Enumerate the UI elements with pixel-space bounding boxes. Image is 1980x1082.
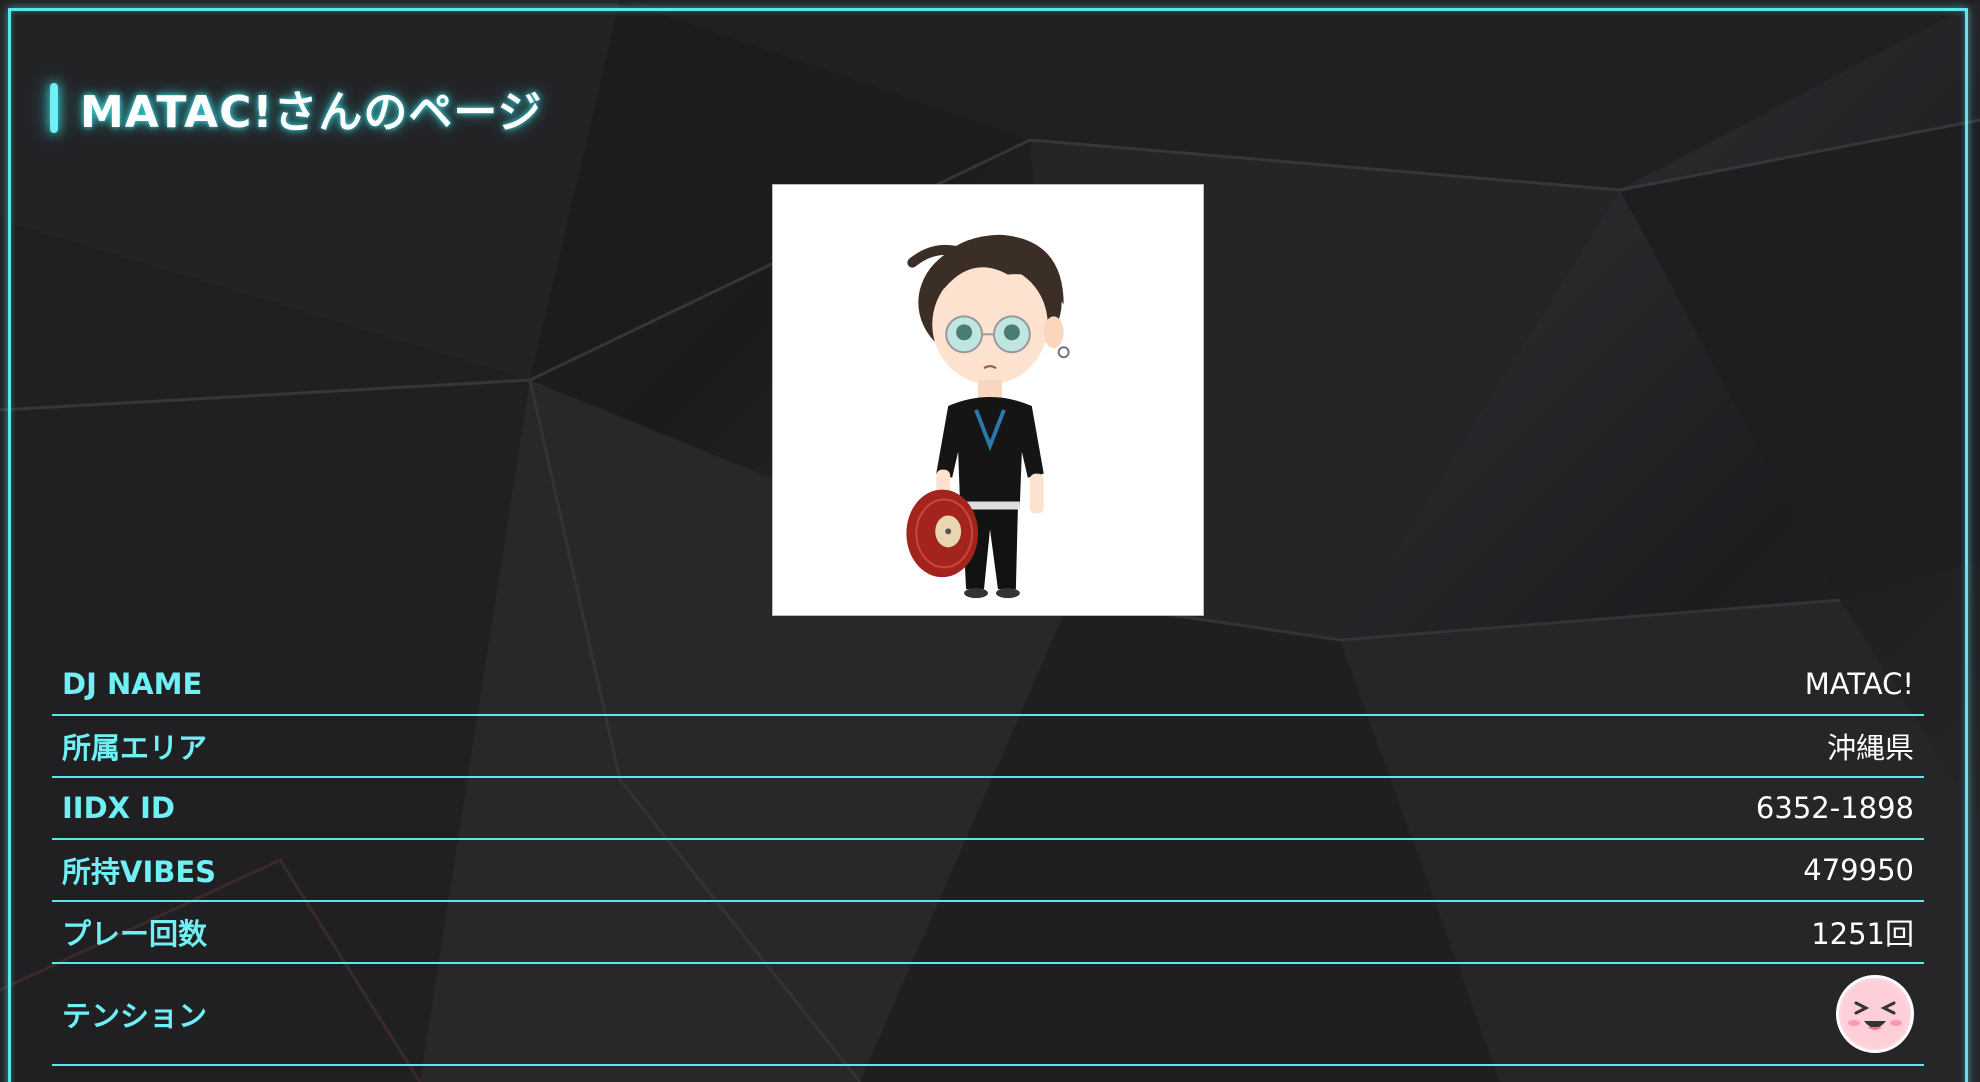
area-value: 沖縄県 — [1826, 731, 1914, 765]
profile-page: MATAC!さんのページ DJ NAME MATAC! 所属エリア 沖縄県 II… — [0, 0, 1980, 1082]
tension-face-icon — [1836, 975, 1914, 1053]
info-row-vibes: 所持VIBES 479950 — [52, 840, 1924, 902]
play-count-label: プレー回数 — [62, 917, 208, 951]
profile-info-table: DJ NAME MATAC! 所属エリア 沖縄県 IIDX ID 6352-18… — [52, 654, 1924, 1066]
play-count-value: 1251回 — [1811, 917, 1914, 951]
dj-name-label: DJ NAME — [62, 667, 203, 701]
dj-name-value: MATAC! — [1804, 667, 1914, 701]
area-label: 所属エリア — [62, 731, 208, 765]
info-row-tension: テンション — [52, 964, 1924, 1066]
vibes-label: 所持VIBES — [62, 855, 217, 889]
tension-label: テンション — [62, 999, 208, 1033]
info-row-iidx-id: IIDX ID 6352-1898 — [52, 778, 1924, 840]
page-header: MATAC!さんのページ — [50, 80, 543, 138]
info-row-play-count: プレー回数 1251回 — [52, 902, 1924, 964]
page-title: MATAC!さんのページ — [80, 87, 543, 138]
vibes-value: 479950 — [1803, 853, 1914, 887]
avatar — [772, 184, 1204, 616]
iidx-id-value: 6352-1898 — [1755, 791, 1914, 825]
iidx-id-label: IIDX ID — [62, 791, 175, 825]
title-accent-bar — [50, 83, 58, 133]
info-row-dj-name: DJ NAME MATAC! — [52, 654, 1924, 716]
dj-avatar-icon — [773, 185, 1203, 615]
info-row-area: 所属エリア 沖縄県 — [52, 716, 1924, 778]
